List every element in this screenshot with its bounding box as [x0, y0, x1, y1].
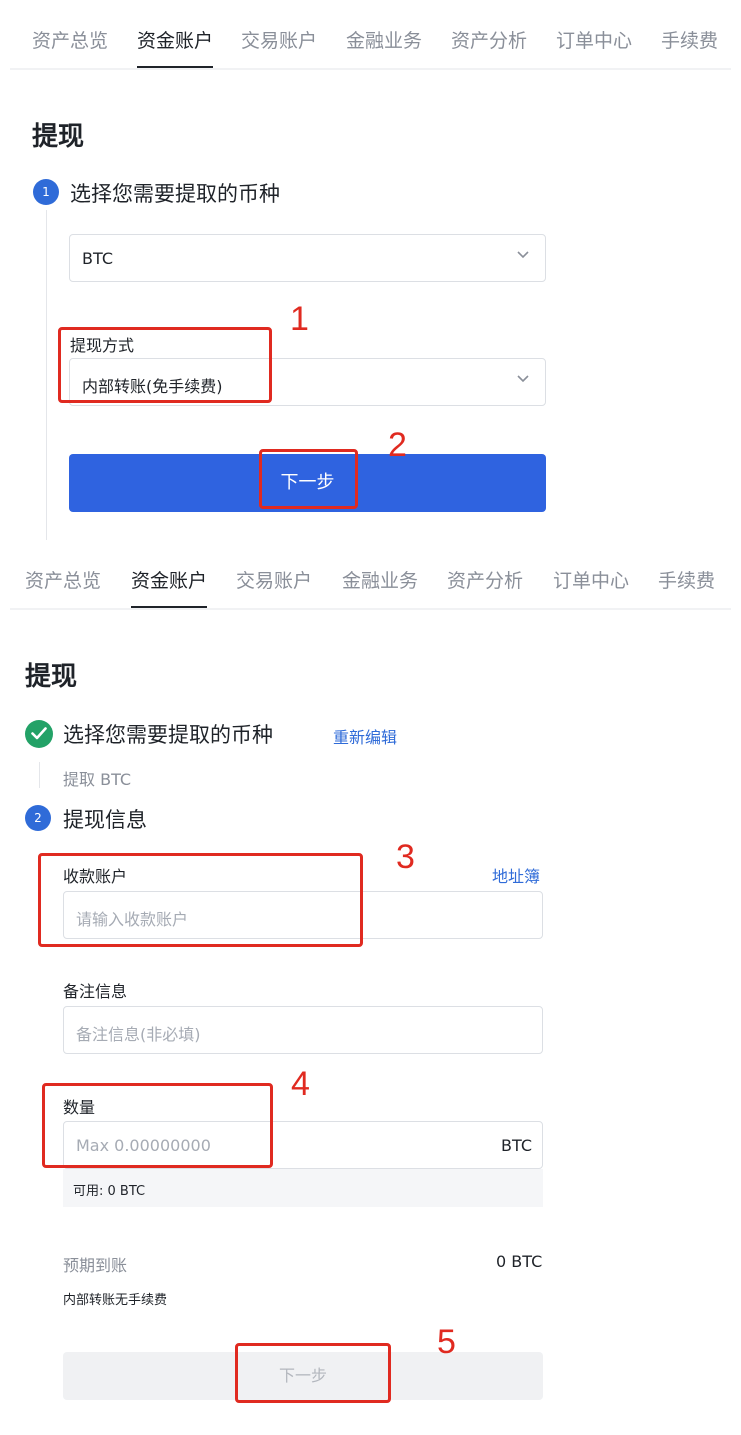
- annotation-number-3: 3: [396, 838, 415, 876]
- annotation-number-5: 5: [437, 1323, 456, 1361]
- page-title: 提现: [32, 122, 85, 152]
- annotation-number-1: 1: [290, 300, 309, 338]
- available-balance-bar: 可用: 0 BTC: [63, 1169, 543, 1207]
- available-balance-text: 可用: 0 BTC: [73, 1184, 146, 1199]
- remark-input[interactable]: 备注信息(非必填): [63, 1006, 543, 1054]
- step2-badge: 2: [25, 805, 51, 831]
- step1-summary: 提取 BTC: [63, 770, 132, 789]
- nav-tab-finance[interactable]: 金融业务: [342, 566, 418, 593]
- chevron-down-icon: [517, 375, 529, 383]
- nav-tab-overview[interactable]: 资产总览: [32, 26, 108, 53]
- annotation-number-2: 2: [388, 426, 407, 464]
- step1-title: 选择您需要提取的币种: [70, 182, 280, 206]
- top-nav: 资产总览 资金账户 交易账户 金融业务 资产分析 订单中心 手续费: [10, 540, 731, 610]
- nav-tab-order-center[interactable]: 订单中心: [556, 26, 632, 53]
- step1-badge: 1: [33, 179, 59, 205]
- reedit-link[interactable]: 重新编辑: [333, 724, 397, 748]
- active-tab-underline: [131, 606, 207, 608]
- remark-label: 备注信息: [63, 982, 128, 1001]
- annotation-number-4: 4: [291, 1065, 310, 1103]
- fee-note: 内部转账无手续费: [63, 1293, 168, 1308]
- step1-complete-badge: [25, 720, 53, 748]
- nav-tab-trading-account[interactable]: 交易账户: [241, 26, 317, 53]
- step-connector-line: [46, 210, 47, 540]
- nav-tab-asset-analysis[interactable]: 资产分析: [447, 566, 523, 593]
- address-book-link[interactable]: 地址簿: [492, 863, 540, 887]
- amount-unit: BTC: [501, 1136, 532, 1155]
- annotation-box-1: [58, 327, 272, 403]
- nav-tab-trading-account[interactable]: 交易账户: [236, 566, 312, 593]
- chevron-down-icon: [517, 251, 529, 259]
- annotation-box-2: [259, 449, 358, 509]
- annotation-box-3: [38, 853, 363, 947]
- top-nav: 资产总览 资金账户 交易账户 金融业务 资产分析 订单中心 手续费: [10, 0, 731, 70]
- withdraw-step2-panel: 资产总览 资金账户 交易账户 金融业务 资产分析 订单中心 手续费 提现 选择您…: [0, 540, 741, 1435]
- checkmark-icon: [31, 727, 47, 740]
- nav-tab-order-center[interactable]: 订单中心: [553, 566, 629, 593]
- expected-arrival-label: 预期到账: [63, 1256, 128, 1275]
- nav-tab-funding-account[interactable]: 资金账户: [131, 566, 207, 593]
- nav-tab-fees[interactable]: 手续费: [658, 566, 715, 593]
- step1-title: 选择您需要提取的币种: [63, 723, 273, 747]
- nav-tab-funding-account[interactable]: 资金账户: [137, 26, 213, 53]
- annotation-box-4: [42, 1083, 273, 1168]
- active-tab-underline: [137, 66, 213, 68]
- page-title: 提现: [25, 662, 78, 692]
- nav-tab-finance[interactable]: 金融业务: [346, 26, 422, 53]
- step-connector-line: [39, 762, 40, 788]
- step2-title: 提现信息: [63, 808, 147, 832]
- nav-tab-overview[interactable]: 资产总览: [25, 566, 101, 593]
- nav-tab-asset-analysis[interactable]: 资产分析: [451, 26, 527, 53]
- expected-arrival-value: 0 BTC: [496, 1252, 543, 1271]
- withdraw-step1-panel: 资产总览 资金账户 交易账户 金融业务 资产分析 订单中心 手续费 提现 1 选…: [0, 0, 741, 540]
- nav-tab-fees[interactable]: 手续费: [661, 26, 718, 53]
- currency-select[interactable]: BTC: [69, 234, 546, 282]
- remark-placeholder: 备注信息(非必填): [76, 1025, 201, 1044]
- currency-select-value: BTC: [82, 249, 113, 268]
- annotation-box-5: [235, 1343, 391, 1403]
